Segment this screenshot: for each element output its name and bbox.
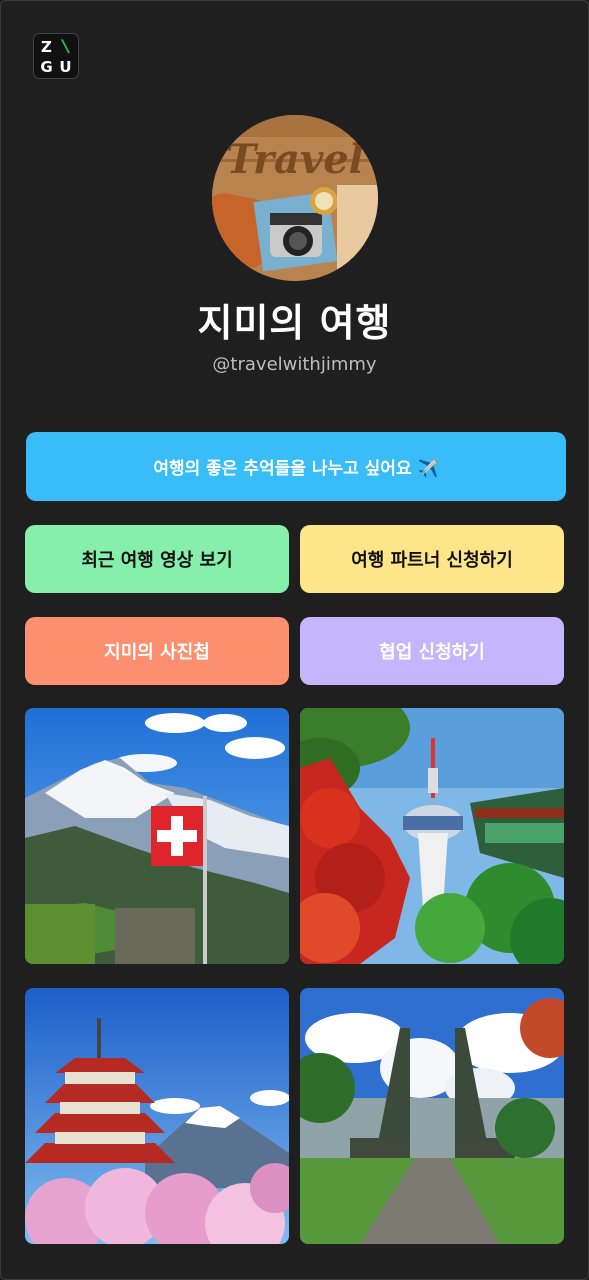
- logo-slash: \: [60, 35, 71, 58]
- recent-videos-button[interactable]: 최근 여행 영상 보기: [25, 525, 289, 593]
- travel-avatar-image: Travel: [212, 115, 378, 281]
- collab-apply-button[interactable]: 협업 신청하기: [300, 617, 564, 685]
- logo-letter-g: G: [40, 57, 53, 76]
- partner-apply-button[interactable]: 여행 파트너 신청하기: [300, 525, 564, 593]
- logo-letter-z: Z: [41, 37, 52, 56]
- photo-seoul-tower[interactable]: [300, 708, 564, 964]
- mountain-flag-image: [25, 708, 289, 964]
- share-memories-button[interactable]: 여행의 좋은 추억들을 나누고 싶어요 ✈️: [26, 432, 566, 501]
- profile-name: 지미의 여행: [197, 301, 392, 345]
- logo-letter-u: U: [59, 57, 72, 76]
- temple-gate-image: [300, 988, 564, 1244]
- photo-japan-fuji[interactable]: [25, 988, 289, 1244]
- tower-image: [300, 708, 564, 964]
- photo-swiss-alps[interactable]: [25, 708, 289, 964]
- profile-handle[interactable]: @travelwithjimmy: [0, 354, 589, 375]
- pagoda-mountain-image: [25, 988, 289, 1244]
- avatar: Travel: [212, 115, 378, 281]
- photo-bali-gate[interactable]: [300, 988, 564, 1244]
- avatar-travel-text: Travel: [226, 136, 364, 183]
- photo-album-button[interactable]: 지미의 사진첩: [25, 617, 289, 685]
- zgu-logo[interactable]: Z \ G U: [33, 33, 79, 79]
